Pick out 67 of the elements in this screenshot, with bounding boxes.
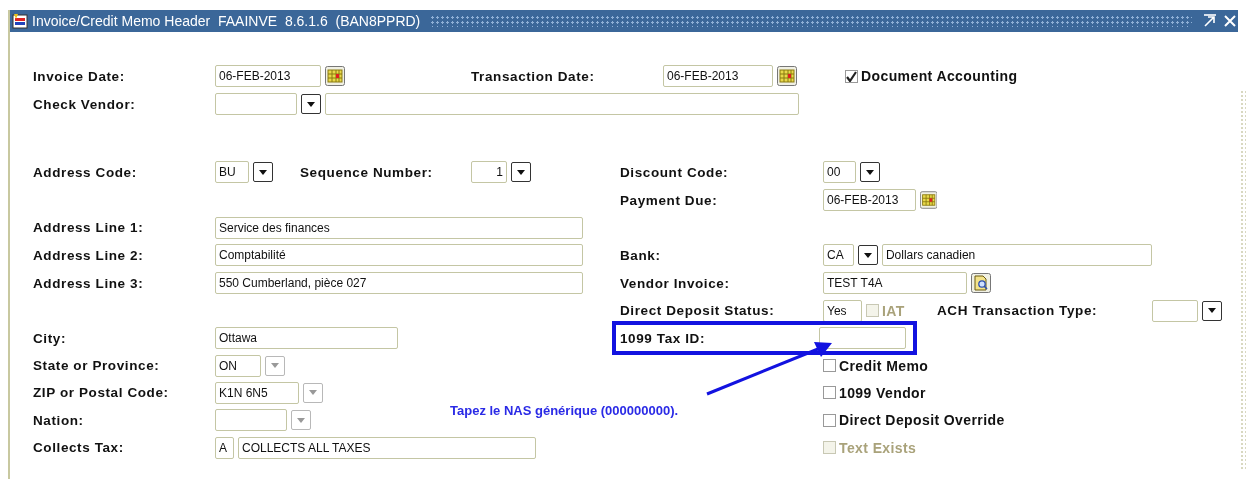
annotation-text: Tapez le NAS générique (000000000). [450, 403, 679, 418]
field-label: ZIP or Postal Code: [33, 385, 169, 400]
code-field[interactable]: A [215, 436, 234, 459]
caret-icon[interactable] [306, 100, 316, 108]
field-label: Payment Due: [620, 192, 718, 208]
checkbox[interactable]: Credit Memo [823, 357, 929, 374]
field-label: Transaction Date: [471, 68, 595, 84]
calendar-icon[interactable] [777, 66, 797, 86]
caret-icon[interactable] [863, 251, 874, 259]
caret-icon[interactable] [258, 168, 268, 176]
input-field[interactable]: Dollars canadien [881, 244, 1152, 266]
dropdown-button[interactable] [511, 162, 531, 182]
field-label: Address Line 1: [33, 220, 144, 235]
date-field[interactable]: 06-FEB-2013 [663, 65, 773, 87]
caret-icon[interactable] [865, 168, 875, 176]
field-label: Address Line 3: [33, 275, 144, 291]
caret-icon[interactable] [1207, 307, 1217, 314]
field-label: Sequence Number: [300, 164, 433, 180]
checkbox[interactable]: Document Accounting [845, 68, 1018, 84]
dropdown-button[interactable] [1202, 300, 1222, 321]
restore-icon[interactable] [1202, 13, 1218, 29]
code-field[interactable]: CA [823, 244, 855, 266]
input-field[interactable]: Ottawa [215, 327, 398, 349]
document-search-icon[interactable] [971, 273, 991, 293]
dropdown-button[interactable] [253, 162, 273, 182]
input-field[interactable] [1152, 299, 1198, 322]
date-field[interactable]: 06-FEB-2013 [215, 65, 321, 87]
field-label: Direct Deposit Status: [620, 303, 775, 318]
date-field[interactable]: 06-FEB-2013 [823, 189, 916, 211]
field-label: City: [33, 330, 66, 346]
checkbox[interactable]: Direct Deposit Override [823, 412, 1005, 428]
input-field[interactable]: Service des finances [215, 216, 583, 239]
checkbox[interactable]: 1099 Vendor [823, 384, 926, 401]
checkmark-icon[interactable] [846, 70, 857, 82]
field-label: Vendor Invoice: [620, 275, 730, 291]
field-label: State or Province: [33, 358, 160, 373]
window-title: Invoice/Credit Memo Header FAAINVE 8.6.1.6 (BAN8PPRD) [32, 13, 421, 29]
input-field[interactable] [215, 93, 297, 115]
field-label: Bank: [620, 247, 661, 263]
calendar-icon[interactable] [919, 190, 937, 210]
field-label: ACH Transaction Type: [937, 303, 1098, 318]
input-field[interactable]: TEST T4A [823, 272, 967, 294]
input-field[interactable] [325, 93, 799, 115]
field-label: Check Vendor: [33, 96, 136, 112]
field-label: Collects Tax: [33, 440, 124, 455]
input-field[interactable] [215, 409, 287, 431]
calendar-icon[interactable] [325, 66, 345, 86]
caret-icon[interactable] [516, 168, 526, 176]
field-label: Nation: [33, 412, 84, 428]
input-field[interactable]: Comptabilité [215, 244, 583, 266]
code-field[interactable]: BU [215, 161, 249, 183]
dropdown-button[interactable] [858, 245, 878, 265]
input-field[interactable]: Yes [823, 299, 862, 322]
input-field[interactable] [819, 327, 906, 349]
close-icon[interactable] [1222, 13, 1238, 29]
field-label: 1099 Tax ID: [620, 330, 706, 346]
dropdown-button[interactable] [301, 94, 321, 114]
input-field[interactable]: 550 Cumberland, pièce 027 [215, 272, 583, 294]
dropdown-button[interactable] [860, 162, 880, 182]
app-icon[interactable] [12, 13, 28, 29]
field-label: Address Line 2: [33, 247, 144, 263]
input-field[interactable]: COLLECTS ALL TAXES [238, 436, 536, 459]
number-field[interactable]: 1 [471, 161, 507, 183]
field-label: Address Code: [33, 164, 137, 180]
field-label: Discount Code: [620, 164, 729, 180]
field-label: Invoice Date: [33, 68, 125, 84]
code-field[interactable]: 00 [823, 161, 856, 183]
